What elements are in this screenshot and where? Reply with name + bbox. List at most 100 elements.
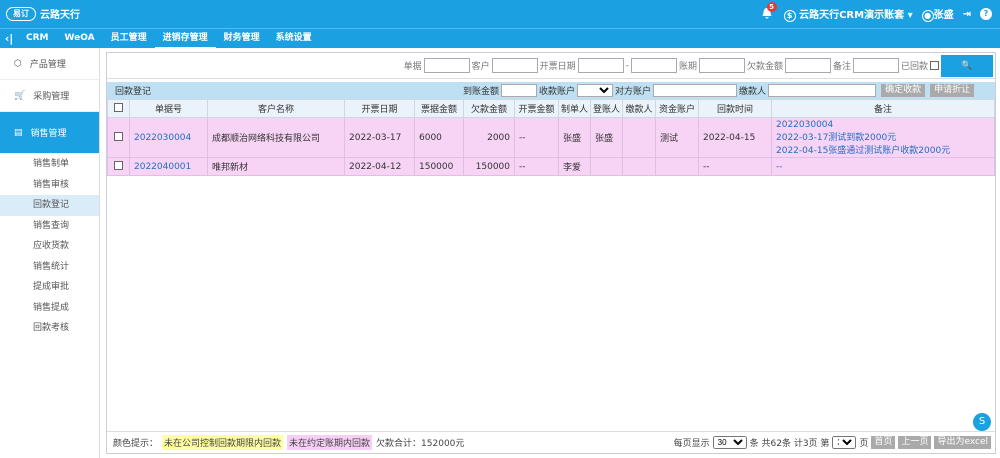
bill-cell: 6000 bbox=[414, 117, 464, 158]
col-poster[interactable]: 登账人 bbox=[590, 99, 623, 118]
doc-link[interactable]: 2022030004 bbox=[129, 117, 208, 158]
select-all-cell[interactable] bbox=[107, 99, 130, 118]
owed-input[interactable] bbox=[784, 58, 831, 73]
col-account[interactable]: 资金账户 bbox=[655, 99, 699, 118]
row-checkbox-cell[interactable] bbox=[107, 117, 130, 158]
sidebar-group-sales[interactable]: ▤ 销售管理 bbox=[0, 112, 99, 154]
payer-input[interactable] bbox=[768, 84, 877, 97]
col-owed[interactable]: 欠款金额 bbox=[463, 99, 515, 118]
sidebar-group-products[interactable]: ⬡ 产品管理 bbox=[0, 48, 99, 80]
per-page-select[interactable]: 30 bbox=[712, 436, 747, 449]
col-notes[interactable]: 备注 bbox=[771, 99, 995, 118]
sidebar-item-sales-stats[interactable]: 销售统计 bbox=[0, 257, 99, 278]
nav-inventory[interactable]: 进销存管理 bbox=[154, 29, 216, 49]
account-cell bbox=[655, 157, 699, 176]
nav-weoa[interactable]: WeOA bbox=[57, 29, 103, 49]
search-label-owed: 欠款金额 bbox=[746, 62, 783, 72]
legend-term-overdue: 未在约定账期内回款 bbox=[287, 435, 373, 450]
received-amount-input[interactable] bbox=[501, 84, 538, 97]
sidebar: ⬡ 产品管理 🛒 采购管理 ▤ 销售管理 销售制单 销售审核 回款登记 销售查询 应收… bbox=[0, 48, 100, 458]
receiving-account-select[interactable] bbox=[577, 84, 614, 97]
nav-finance[interactable]: 财务管理 bbox=[216, 29, 268, 49]
col-payer[interactable]: 缴款人 bbox=[622, 99, 656, 118]
sidebar-item-sales-order[interactable]: 销售制单 bbox=[0, 154, 99, 175]
label-counter-account: 对方账户 bbox=[615, 87, 652, 97]
cube-icon: ⬡ bbox=[14, 58, 22, 69]
note-line: 2022030004 bbox=[776, 119, 834, 130]
row-checkbox[interactable] bbox=[114, 160, 123, 170]
invoiced-cell: -- bbox=[514, 157, 559, 176]
page-select[interactable]: 3 bbox=[832, 436, 857, 449]
term-input[interactable] bbox=[698, 58, 745, 73]
label-receiving-account: 收款账户 bbox=[539, 87, 576, 97]
doc-input[interactable] bbox=[423, 58, 470, 73]
col-customer[interactable]: 客户名称 bbox=[207, 99, 345, 118]
search-icon: 🔍 bbox=[961, 60, 973, 71]
date-to-input[interactable] bbox=[630, 58, 677, 73]
confirm-receipt-button[interactable]: 确定收款 bbox=[881, 84, 926, 97]
col-paytime[interactable]: 回款时间 bbox=[698, 99, 772, 118]
owed-total: 欠款合计：152000元 bbox=[376, 439, 465, 449]
col-doc[interactable]: 单据号 bbox=[129, 99, 208, 118]
collapse-icon[interactable]: ‹| bbox=[0, 32, 18, 45]
sidebar-item-sales-commission[interactable]: 销售提成 bbox=[0, 298, 99, 319]
sidebar-item-receivables[interactable]: 应收货款 bbox=[0, 236, 99, 257]
brand-logo[interactable]: 易订 云路天行 bbox=[6, 6, 80, 21]
table-row[interactable]: 2022030004 成都顺治网络科技有限公司 2022-03-17 6000 … bbox=[107, 117, 995, 158]
main-nav: ‹| CRM WeOA 员工管理 进销存管理 财务管理 系统设置 bbox=[0, 28, 1000, 49]
poster-cell bbox=[590, 157, 623, 176]
sidebar-item-payment-register[interactable]: 回款登记 bbox=[0, 195, 99, 216]
sidebar-item-sales-query[interactable]: 销售查询 bbox=[0, 216, 99, 237]
sidebar-group-purchase[interactable]: 🛒 采购管理 bbox=[0, 80, 99, 112]
page-suffix: 页 bbox=[859, 439, 869, 449]
help-icon[interactable]: ? bbox=[980, 8, 992, 20]
customer-cell: 成都顺治网络科技有限公司 bbox=[207, 117, 345, 158]
prev-page-button[interactable]: 上一页 bbox=[898, 436, 932, 449]
col-date[interactable]: 开票日期 bbox=[344, 99, 415, 118]
chat-float-icon[interactable]: S bbox=[973, 413, 991, 431]
paid-checkbox[interactable] bbox=[930, 61, 939, 70]
select-all-checkbox[interactable] bbox=[114, 102, 123, 112]
owed-cell: 150000 bbox=[463, 157, 515, 176]
label-payer: 缴款人 bbox=[739, 87, 767, 97]
maker-cell: 张盛 bbox=[558, 117, 591, 158]
chart-icon: ▤ bbox=[14, 127, 23, 138]
nav-crm[interactable]: CRM bbox=[18, 29, 57, 49]
search-button[interactable]: 🔍 bbox=[941, 54, 993, 77]
search-bar: 单据 客户 开票日期 - 账期 欠款金额 备注 已回款 🔍 bbox=[107, 53, 995, 79]
notes-input[interactable] bbox=[852, 58, 899, 73]
col-bill[interactable]: 票据金额 bbox=[414, 99, 464, 118]
payer-cell bbox=[622, 117, 656, 158]
action-toolbar: 回款登记 到账金额 收款账户 对方账户 缴款人 确定收款 申请折让 bbox=[107, 82, 995, 99]
first-page-button[interactable]: 首页 bbox=[871, 436, 896, 449]
export-excel-button[interactable]: 导出为excel bbox=[934, 436, 991, 449]
sidebar-item-payment-assessment[interactable]: 回款考核 bbox=[0, 318, 99, 339]
table-row[interactable]: 2022040001 唯邦新材 2022-04-12 150000 150000… bbox=[107, 157, 995, 176]
customer-input[interactable] bbox=[491, 58, 538, 73]
per-page-label: 每页显示 bbox=[673, 439, 710, 449]
row-checkbox-cell[interactable] bbox=[107, 157, 130, 176]
apply-discount-button[interactable]: 申请折让 bbox=[930, 84, 975, 97]
nav-settings[interactable]: 系统设置 bbox=[268, 29, 320, 49]
date-separator: - bbox=[625, 60, 629, 71]
sidebar-item-commission-approval[interactable]: 提成审批 bbox=[0, 277, 99, 298]
logout-icon[interactable]: ⇥ bbox=[963, 9, 971, 20]
col-maker[interactable]: 制单人 bbox=[558, 99, 591, 118]
note-line: 2022-04-15张盛通过测试账户收款2000元 bbox=[776, 145, 951, 156]
user-menu[interactable]: ● 张盛 bbox=[921, 6, 954, 22]
row-checkbox[interactable] bbox=[114, 131, 123, 141]
footer-bar: 颜色提示： 未在公司控制回款期限内回款 未在约定账期内回款 欠款合计：15200… bbox=[107, 431, 995, 453]
doc-link[interactable]: 2022040001 bbox=[129, 157, 208, 176]
search-label-notes: 备注 bbox=[832, 62, 851, 72]
nav-staff[interactable]: 员工管理 bbox=[103, 29, 155, 49]
account-switcher[interactable]: $ 云路天行CRM演示账套 ▾ bbox=[783, 6, 913, 22]
col-invoiced[interactable]: 开票金额 bbox=[514, 99, 559, 118]
sidebar-item-sales-review[interactable]: 销售审核 bbox=[0, 175, 99, 196]
notification-bell-icon[interactable]: 5 bbox=[761, 2, 777, 21]
payer-cell bbox=[622, 157, 656, 176]
invoiced-cell: -- bbox=[514, 117, 559, 158]
date-from-input[interactable] bbox=[577, 58, 624, 73]
counter-account-input[interactable] bbox=[653, 84, 738, 97]
maker-cell: 李爱 bbox=[558, 157, 591, 176]
top-bar: 易订 云路天行 5 $ 云路天行CRM演示账套 ▾ ● 张盛 ⇥ ? bbox=[0, 0, 1000, 28]
